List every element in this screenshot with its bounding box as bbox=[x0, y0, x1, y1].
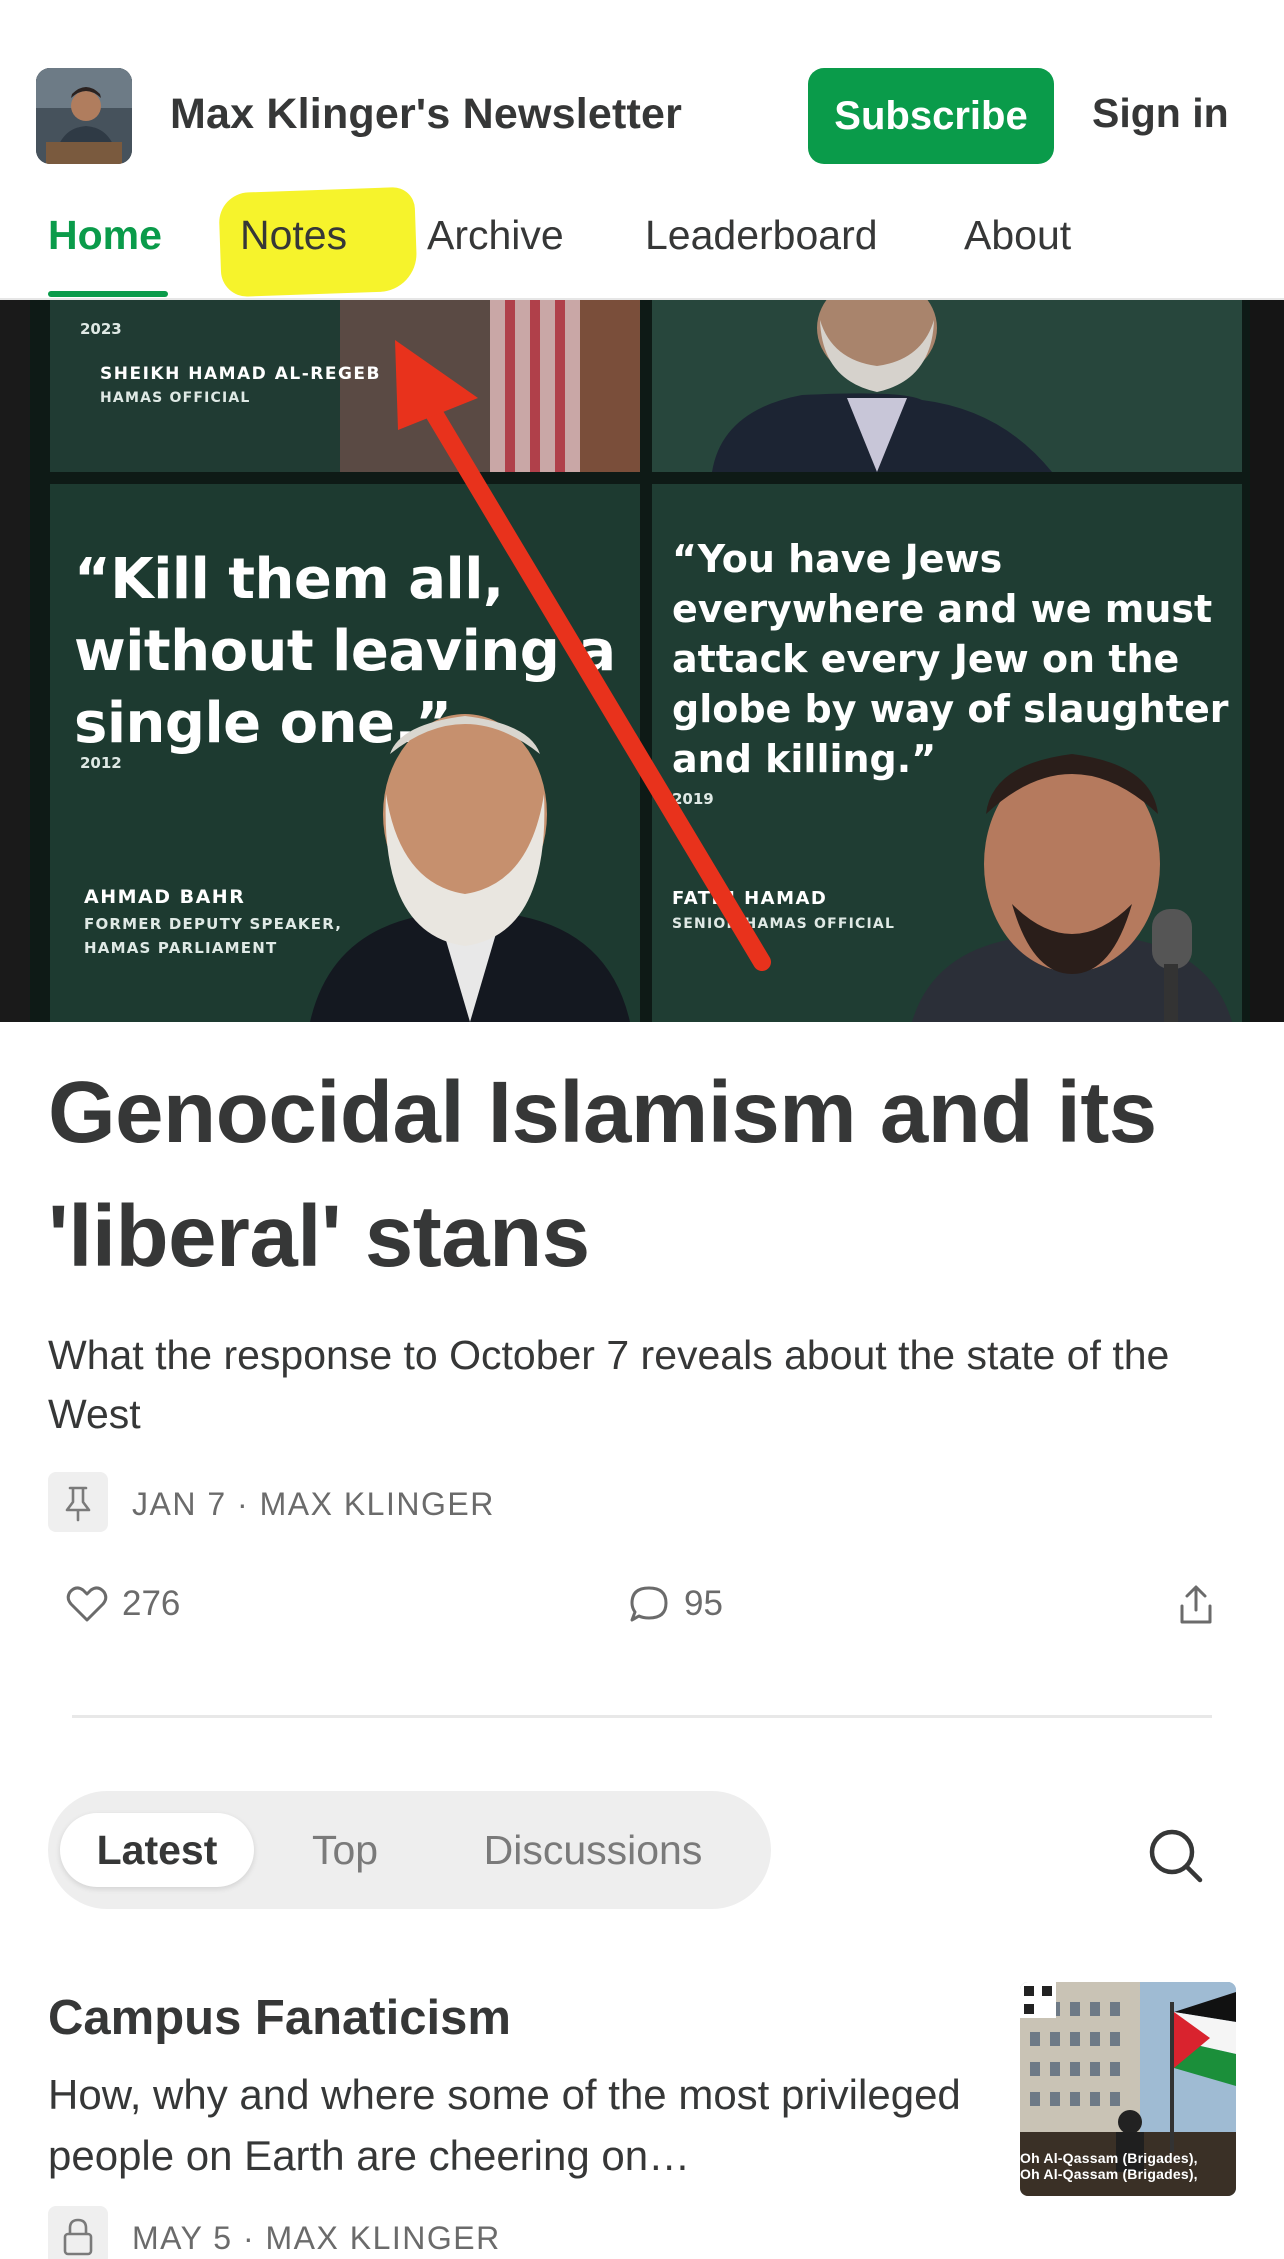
share-icon bbox=[1180, 1585, 1212, 1624]
speaker-role-line-2: HAMAS PARLIAMENT bbox=[84, 939, 278, 957]
comment-button[interactable]: 95 bbox=[628, 1584, 723, 1624]
hero-panel-top-right bbox=[652, 300, 1242, 472]
quote-year: 2023 bbox=[80, 320, 122, 338]
subscribe-button[interactable]: Subscribe bbox=[808, 68, 1054, 164]
hero-panel-top-left: 2023 SHEIKH HAMAD AL-REGEB HAMAS OFFICIA… bbox=[50, 300, 640, 472]
nav-home[interactable]: Home bbox=[48, 212, 162, 259]
search-icon bbox=[1149, 1829, 1203, 1883]
speaker-role-line-1: FORMER DEPUTY SPEAKER, bbox=[84, 915, 343, 933]
nav-notes[interactable]: Notes bbox=[240, 212, 347, 259]
tab-latest[interactable]: Latest bbox=[60, 1813, 254, 1887]
post-title[interactable]: Campus Fanaticism bbox=[48, 1990, 511, 2046]
post-filter-tabs: Latest Top Discussions bbox=[48, 1791, 771, 1909]
speaker-role: SENIOR HAMAS OFFICIAL bbox=[672, 916, 896, 932]
comment-icon bbox=[630, 1586, 668, 1622]
speaker-role: HAMAS OFFICIAL bbox=[100, 390, 251, 406]
nav-about[interactable]: About bbox=[964, 212, 1071, 259]
lock-icon bbox=[48, 2206, 108, 2259]
thumbnail-caption-1: Oh Al-Qassam (Brigades), bbox=[1020, 2150, 1198, 2166]
comment-count: 95 bbox=[684, 1584, 723, 1623]
person-photo-top-right bbox=[712, 300, 1052, 472]
hero-edge-right bbox=[1250, 300, 1284, 1022]
publication-avatar[interactable] bbox=[36, 68, 132, 164]
speaker-name: SHEIKH HAMAD AL-REGEB bbox=[100, 364, 381, 384]
quote-year: 2019 bbox=[672, 790, 714, 808]
post-thumbnail[interactable]: Oh Al-Qassam (Brigades), Oh Al-Qassam (B… bbox=[1020, 1982, 1236, 2196]
nav-archive[interactable]: Archive bbox=[427, 212, 564, 259]
thumbnail-caption-2: Oh Al-Qassam (Brigades), bbox=[1020, 2166, 1198, 2182]
person-photo-bottom-right bbox=[912, 754, 1232, 1022]
person-photo-bottom-left bbox=[310, 714, 630, 1022]
article-meta: JAN 7 · MAX KLINGER bbox=[48, 1472, 848, 1532]
publication-name[interactable]: Max Klinger's Newsletter bbox=[170, 90, 682, 139]
post-description[interactable]: How, why and where some of the most priv… bbox=[48, 2064, 988, 2186]
person-photo-top-left bbox=[340, 300, 640, 472]
site-header: Max Klinger's Newsletter Subscribe Sign … bbox=[0, 0, 1284, 300]
nav-leaderboard[interactable]: Leaderboard bbox=[645, 212, 878, 259]
article-title-line-1[interactable]: Genocidal Islamism and its bbox=[48, 1069, 1157, 1156]
article-actions: 276 95 bbox=[0, 1578, 1284, 1638]
tab-discussions[interactable]: Discussions bbox=[468, 1813, 718, 1887]
quote-year: 2012 bbox=[80, 754, 122, 772]
search-button[interactable] bbox=[1140, 1820, 1212, 1892]
hero-edge-left bbox=[0, 300, 30, 1022]
speaker-name: AHMAD BAHR bbox=[84, 886, 246, 908]
tab-top[interactable]: Top bbox=[280, 1813, 410, 1887]
like-count: 276 bbox=[122, 1584, 181, 1623]
share-button[interactable] bbox=[1176, 1584, 1216, 1626]
speaker-name: FATHI HAMAD bbox=[672, 888, 828, 909]
article-date-author: JAN 7 · MAX KLINGER bbox=[132, 1486, 495, 1522]
section-divider bbox=[72, 1715, 1212, 1718]
nav-active-indicator bbox=[48, 291, 168, 297]
nav-tabs: Home Notes Archive Leaderboard About bbox=[0, 200, 1284, 300]
post-date-author: MAY 5 · MAX KLINGER bbox=[132, 2220, 501, 2256]
article-title-line-2[interactable]: 'liberal' stans bbox=[48, 1193, 590, 1280]
hero-panel-bottom-right: “You have Jews everywhere and we must at… bbox=[652, 484, 1242, 1022]
heart-icon bbox=[66, 1586, 108, 1622]
like-button[interactable]: 276 bbox=[66, 1584, 180, 1624]
article-subtitle: What the response to October 7 reveals a… bbox=[48, 1332, 1170, 1437]
hero-panel-bottom-left: “Kill them all, without leaving a single… bbox=[50, 484, 640, 1022]
hero-image[interactable]: 2023 SHEIKH HAMAD AL-REGEB HAMAS OFFICIA… bbox=[0, 300, 1284, 1022]
pin-icon bbox=[48, 1472, 108, 1532]
sign-in-link[interactable]: Sign in bbox=[1092, 90, 1229, 137]
